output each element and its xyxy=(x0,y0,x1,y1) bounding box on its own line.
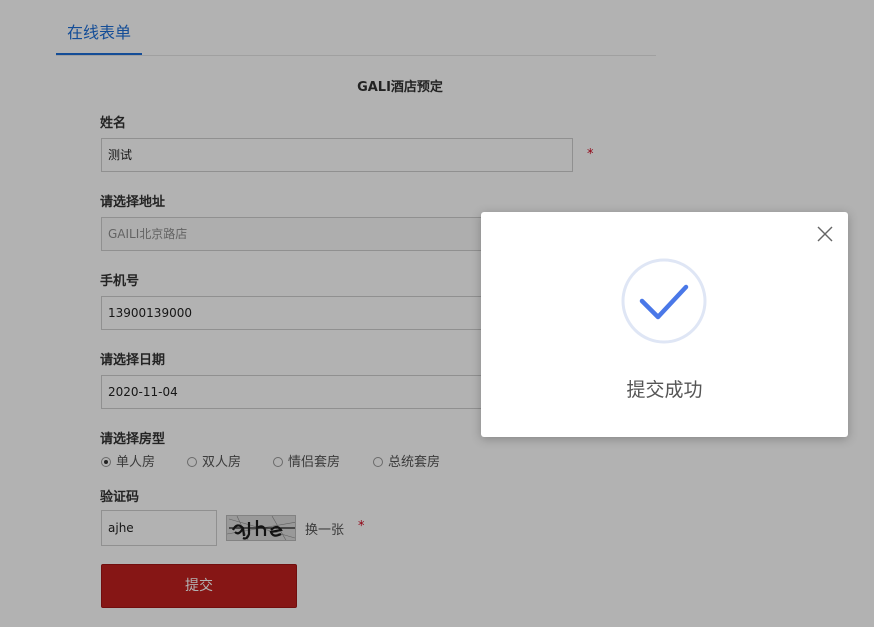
success-message: 提交成功 xyxy=(626,379,703,401)
success-modal: 提交成功 xyxy=(481,212,848,437)
check-circle-icon xyxy=(620,257,708,345)
close-icon[interactable] xyxy=(815,224,835,244)
